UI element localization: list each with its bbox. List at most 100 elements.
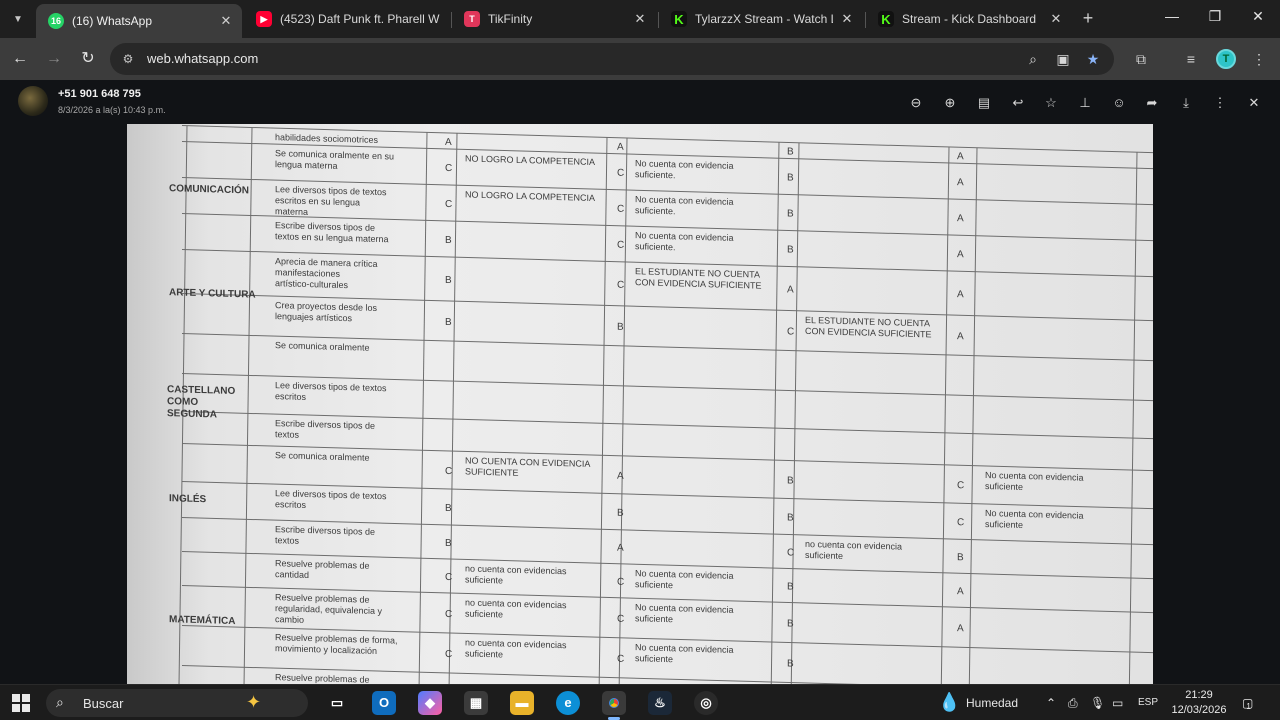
language-indicator[interactable]: ESP [1138,697,1158,708]
weather-label[interactable]: Humedad [966,696,1018,710]
table-row: Resuelve problemas degestión de [275,672,370,684]
forward-icon[interactable]: ➦ [1142,94,1162,112]
close-tab-icon[interactable]: ✕ [1048,11,1064,27]
grade-3: A [787,284,794,295]
tray-overflow-icon[interactable]: ⌃ [1046,696,1056,710]
clock-date: 12/03/2026 [1171,704,1227,716]
table-col-line [770,142,780,684]
grade-4: A [957,586,964,597]
tab-title: TikFinity [488,12,533,26]
conclusion-1: NO LOGRO LA COMPETENCIA [465,189,595,203]
more-options-icon[interactable]: ⋮ [1210,94,1230,112]
windows-start-icon[interactable] [12,694,30,712]
obs-icon[interactable]: ◎ [694,691,718,715]
reply-icon[interactable]: ↩ [1008,94,1028,112]
competence-label: Se comunica oralmente [275,340,370,353]
tab-whatsapp[interactable]: 16 (16) WhatsApp ✕ [36,4,242,38]
file-explorer-icon[interactable]: ▬ [510,691,534,715]
contact-avatar[interactable] [18,86,48,116]
tab-kick-stream[interactable]: K TylarzzX Stream - Watch Live ✕ [659,4,863,34]
task-view-icon[interactable]: ▭ [325,691,349,715]
grade-1: C [445,572,452,583]
table-col-line [598,137,608,684]
notifications-icon[interactable]: ▢1 [1242,696,1258,711]
close-tab-icon[interactable]: ✕ [632,11,648,27]
close-tab-icon[interactable]: ✕ [218,13,234,29]
close-tab-icon[interactable]: ✕ [839,11,855,27]
extensions-icon[interactable]: ⧉ [1130,48,1152,70]
network-icon[interactable]: ⎙ [1068,696,1078,711]
copilot-icon[interactable]: ◆ [418,691,442,715]
competence-label: habilidades sociomotrices [275,132,379,145]
clock[interactable]: 21:29 12/03/2026 [1170,688,1228,718]
grade-1: B [445,235,452,246]
download-icon[interactable]: ⤓ [1176,94,1196,112]
react-emoji-icon[interactable]: ☺ [1109,94,1129,112]
media-controls-icon[interactable]: ≡ [1180,48,1202,70]
grade-2: B [617,508,624,519]
forward-button[interactable]: → [43,48,65,70]
site-info-icon[interactable]: ⚙ [120,51,136,67]
address-bar[interactable]: ⚙ web.whatsapp.com ⌕ ▣ ★ [110,43,1114,75]
microphone-icon[interactable]: 🎙 [1090,696,1105,710]
restore-button[interactable]: ❐ [1192,8,1238,25]
chrome-icon[interactable] [602,691,626,720]
conclusion-1: NO LOGRO LA COMPETENCIA [465,153,595,167]
competence-label: Escribe diversos tipos detextos en su le… [275,220,389,244]
competence-label: Lee diversos tipos de textosescritos [275,488,387,512]
conclusion-1: no cuenta con evidenciassuficiente [465,563,567,587]
area-label: MATEMÁTICA [169,612,235,627]
table-col-line [243,127,253,684]
zoom-in-icon[interactable]: ⊕ [940,94,960,112]
steam-icon[interactable]: ♨ [648,691,672,715]
area-label: COMUNICACIÓN [169,181,249,196]
close-window-button[interactable]: ✕ [1235,8,1280,25]
edge-icon[interactable]: e [556,691,580,715]
whatsapp-icon: 16 [48,13,64,29]
competence-label: Lee diversos tipos de textosescritos en … [275,184,387,219]
grade-2: C [617,168,624,179]
tab-search-button[interactable]: ▼ [6,8,30,30]
grade-3: B [787,658,794,669]
grade-3: C [787,547,794,558]
zoom-out-icon[interactable]: ⊖ [906,94,926,112]
grade-4: A [957,331,964,342]
kick-icon: K [671,11,687,27]
bookmark-star-icon[interactable]: ★ [1082,48,1104,70]
conclusion-1: NO CUENTA CON EVIDENCIASUFICIENTE [465,455,590,479]
zoom-icon[interactable]: ⌕ [1022,48,1044,70]
back-button[interactable]: ← [9,48,31,70]
go-to-message-icon[interactable]: ▤ [974,94,994,112]
outlook-icon[interactable]: O [372,691,396,715]
pin-icon[interactable]: ⊥ [1075,94,1095,112]
grade-3: B [787,208,794,219]
grade-4: A [957,213,964,224]
profile-avatar[interactable]: T [1216,49,1236,69]
display-icon[interactable]: ▭ [1112,696,1123,710]
weather-icon[interactable]: 💧 [938,692,960,713]
chrome-menu-icon[interactable]: ⋮ [1248,48,1270,70]
reload-button[interactable]: ↻ [77,48,99,70]
store-icon[interactable]: ▦ [464,691,488,715]
grade-1: B [445,275,452,286]
table-row: Aprecia de manera críticamanifestaciones… [275,256,964,300]
new-tab-button[interactable]: + [1078,9,1098,29]
grade-2: A [617,471,624,482]
tab-tikfinity[interactable]: T TikFinity ✕ [452,4,656,34]
minimize-button[interactable]: — [1149,8,1195,24]
taskbar-search[interactable]: ⌕ Buscar ✦ [46,689,308,717]
grade-2: C [617,280,624,291]
tab-youtube[interactable]: ▶ (4523) Daft Punk ft. Pharell W [244,4,450,34]
cast-icon[interactable]: ▣ [1052,48,1074,70]
grade-4: A [957,249,964,260]
tab-kick-dashboard[interactable]: K Stream - Kick Dashboard ✕ [866,4,1072,34]
table-col-line [1128,152,1138,684]
grade-4: A [957,623,964,634]
star-icon[interactable]: ☆ [1041,94,1061,112]
grade-3: B [787,512,794,523]
tab-title: Stream - Kick Dashboard [902,12,1037,26]
close-viewer-icon[interactable]: ✕ [1244,94,1264,112]
table-row: Resuelve problemas de forma,movimiento y… [275,632,794,669]
grade-1: C [445,609,452,620]
area-label: CASTELLANOCOMOSEGUNDA [167,384,236,421]
